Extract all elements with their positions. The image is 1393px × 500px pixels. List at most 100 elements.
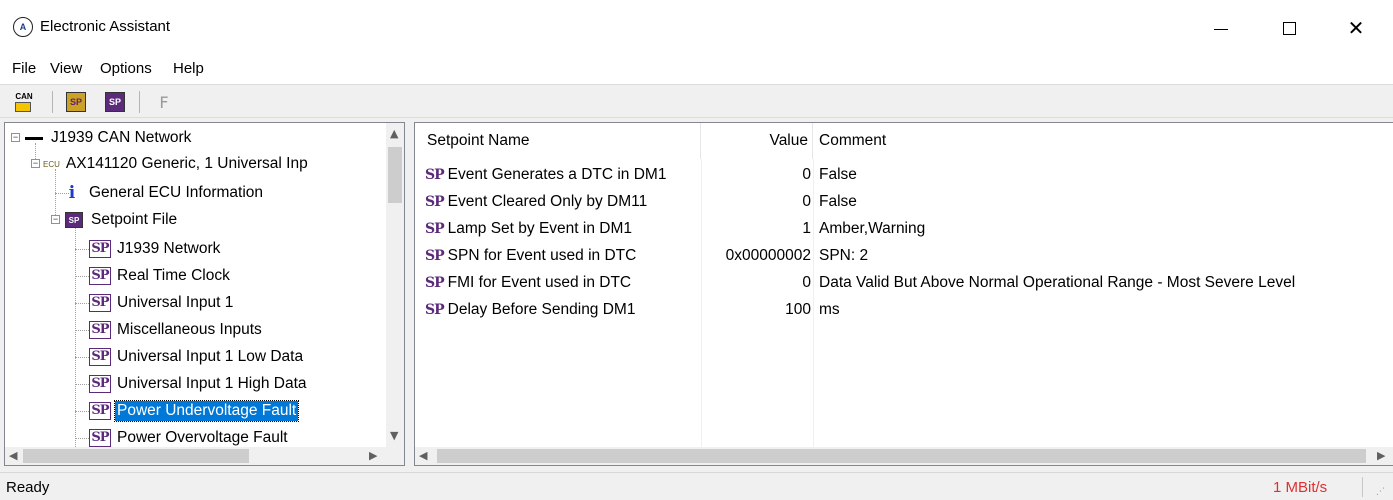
setpoint-value: 100	[785, 300, 811, 318]
setpoint-comment: SPN: 2	[819, 246, 869, 264]
column-header-comment[interactable]: Comment	[813, 123, 1393, 159]
save-setpoint-file-button[interactable]: SP	[103, 90, 127, 114]
tree-vscroll-thumb[interactable]	[388, 147, 402, 203]
tree-horizontal-scrollbar[interactable]: ◀ ▶	[5, 447, 386, 465]
tree-view[interactable]: − J1939 CAN Network − ECU AX141120 Gener…	[4, 122, 405, 466]
setpoint-icon: SP	[89, 321, 111, 339]
info-icon: i	[68, 183, 76, 203]
toolbar-separator	[139, 91, 140, 113]
setpoint-icon: SP	[89, 375, 111, 393]
table-row[interactable]: SP Event Generates a DTC in DM1 0 False	[415, 161, 1393, 188]
setpoint-comment: False	[819, 192, 857, 210]
setpoint-icon: SP	[425, 301, 445, 318]
setpoint-icon: SP	[89, 429, 111, 447]
tree-item-misc-inputs[interactable]: SP Miscellaneous Inputs	[89, 317, 264, 343]
toolbar: CAN SP SP F	[0, 84, 1393, 118]
setpoint-icon: SP	[89, 348, 111, 366]
setpoint-comment: ms	[819, 300, 840, 318]
setpoint-file-icon: SP	[65, 212, 83, 228]
setpoint-icon: SP	[425, 193, 445, 210]
setpoint-name: Lamp Set by Event in DM1	[447, 219, 633, 237]
setpoint-icon: SP	[425, 247, 445, 264]
setpoint-comment: Amber,Warning	[819, 219, 926, 237]
tree-item-power-undervoltage-fault[interactable]: SP Power Undervoltage Fault	[89, 398, 300, 424]
setpoint-name: SPN for Event used in DTC	[447, 246, 637, 264]
column-header-setpoint-name[interactable]: Setpoint Name	[415, 123, 701, 159]
table-horizontal-scrollbar[interactable]: ◀ ▶	[415, 447, 1393, 465]
tree-hscroll-thumb[interactable]	[23, 449, 249, 463]
table-row[interactable]: SP Event Cleared Only by DM11 0 False	[415, 188, 1393, 215]
save-sp-icon: SP	[105, 92, 125, 112]
setpoint-icon: SP	[425, 166, 445, 183]
menu-view[interactable]: View	[50, 60, 82, 77]
setpoint-name: Event Generates a DTC in DM1	[447, 165, 667, 183]
setpoint-value: 0x00000002	[725, 246, 811, 264]
menu-file[interactable]: File	[12, 60, 36, 77]
setpoint-value: 0	[802, 165, 811, 183]
tree-node-setpoint-file[interactable]: SP Setpoint File	[65, 207, 179, 233]
column-header-value[interactable]: Value	[701, 123, 813, 159]
setpoint-icon: SP	[89, 240, 111, 258]
table-row[interactable]: SP FMI for Event used in DTC 0 Data Valid…	[415, 269, 1393, 296]
maximize-icon	[1282, 21, 1296, 35]
table-hscroll-thumb[interactable]	[437, 449, 1366, 463]
setpoint-name: Event Cleared Only by DM11	[447, 192, 648, 210]
setpoint-icon: SP	[89, 294, 111, 312]
table-row[interactable]: SP Lamp Set by Event in DM1 1 Amber,Warni…	[415, 215, 1393, 242]
open-sp-icon: SP	[66, 92, 86, 112]
tree-item-ui1-low-data[interactable]: SP Universal Input 1 Low Data	[89, 344, 305, 370]
close-button[interactable]: ✕	[1333, 8, 1379, 48]
pane-splitter[interactable]	[406, 122, 412, 466]
window-title: Electronic Assistant	[40, 18, 171, 35]
flash-button[interactable]: F	[152, 90, 176, 114]
table-header: Setpoint Name Value Comment	[415, 123, 1393, 159]
table-row[interactable]: SP SPN for Event used in DTC 0x00000002 S…	[415, 242, 1393, 269]
status-text: Ready	[6, 479, 50, 496]
scroll-left-icon[interactable]: ◀	[419, 449, 427, 462]
collapse-setpoint-file-icon[interactable]: −	[51, 215, 60, 224]
setpoint-name: FMI for Event used in DTC	[447, 273, 632, 291]
setpoint-icon: SP	[425, 274, 445, 291]
tree-node-general-info[interactable]: i General ECU Information	[67, 180, 265, 206]
setpoint-comment: Data Valid But Above Normal Operational …	[819, 273, 1296, 291]
setpoint-value: 0	[802, 192, 811, 210]
scroll-left-icon[interactable]: ◀	[9, 449, 17, 462]
status-bar: Ready 1 MBit/s ⋰	[0, 472, 1393, 500]
resize-grip-icon[interactable]: ⋰	[1376, 486, 1386, 497]
scroll-down-icon[interactable]: ▼	[390, 429, 398, 442]
setpoint-icon: SP	[89, 402, 111, 420]
title-bar: A Electronic Assistant ✕	[0, 0, 1393, 54]
can-connect-button[interactable]: CAN	[12, 90, 36, 114]
tree-item-j1939-network[interactable]: SP J1939 Network	[89, 236, 222, 262]
scroll-right-icon[interactable]: ▶	[369, 449, 377, 462]
menu-help[interactable]: Help	[173, 60, 204, 77]
close-icon: ✕	[1347, 16, 1365, 40]
ecu-icon: ECU	[43, 159, 60, 169]
setpoint-icon: SP	[425, 220, 445, 237]
setpoint-value: 0	[802, 273, 811, 291]
open-setpoint-file-button[interactable]: SP	[64, 90, 88, 114]
scroll-up-icon[interactable]: ▲	[390, 127, 398, 140]
minimize-button[interactable]	[1198, 8, 1244, 48]
menu-options[interactable]: Options	[100, 60, 152, 77]
setpoint-icon: SP	[89, 267, 111, 285]
app-icon: A	[13, 17, 33, 37]
network-icon	[25, 136, 43, 140]
table-row[interactable]: SP Delay Before Sending DM1 100 ms	[415, 296, 1393, 323]
maximize-button[interactable]	[1266, 8, 1312, 48]
setpoint-name: Delay Before Sending DM1	[447, 300, 636, 318]
baud-rate: 1 MBit/s	[1273, 479, 1328, 496]
collapse-network-icon[interactable]: −	[11, 133, 20, 142]
tree-item-ui1-high-data[interactable]: SP Universal Input 1 High Data	[89, 371, 309, 397]
tree-node-network[interactable]: J1939 CAN Network	[25, 125, 193, 151]
collapse-ecu-icon[interactable]: −	[31, 159, 40, 168]
menu-bar: File View Options Help	[0, 54, 1393, 84]
tree-item-real-time-clock[interactable]: SP Real Time Clock	[89, 263, 232, 289]
tree-item-universal-input-1[interactable]: SP Universal Input 1	[89, 290, 235, 316]
tree-vertical-scrollbar[interactable]: ▲ ▼	[386, 123, 404, 447]
can-icon: CAN	[15, 92, 33, 112]
minimize-icon	[1214, 28, 1228, 30]
tree-node-ecu[interactable]: ECU AX141120 Generic, 1 Universal Inp	[43, 151, 310, 177]
scroll-right-icon[interactable]: ▶	[1377, 449, 1385, 462]
setpoint-value: 1	[802, 219, 811, 237]
